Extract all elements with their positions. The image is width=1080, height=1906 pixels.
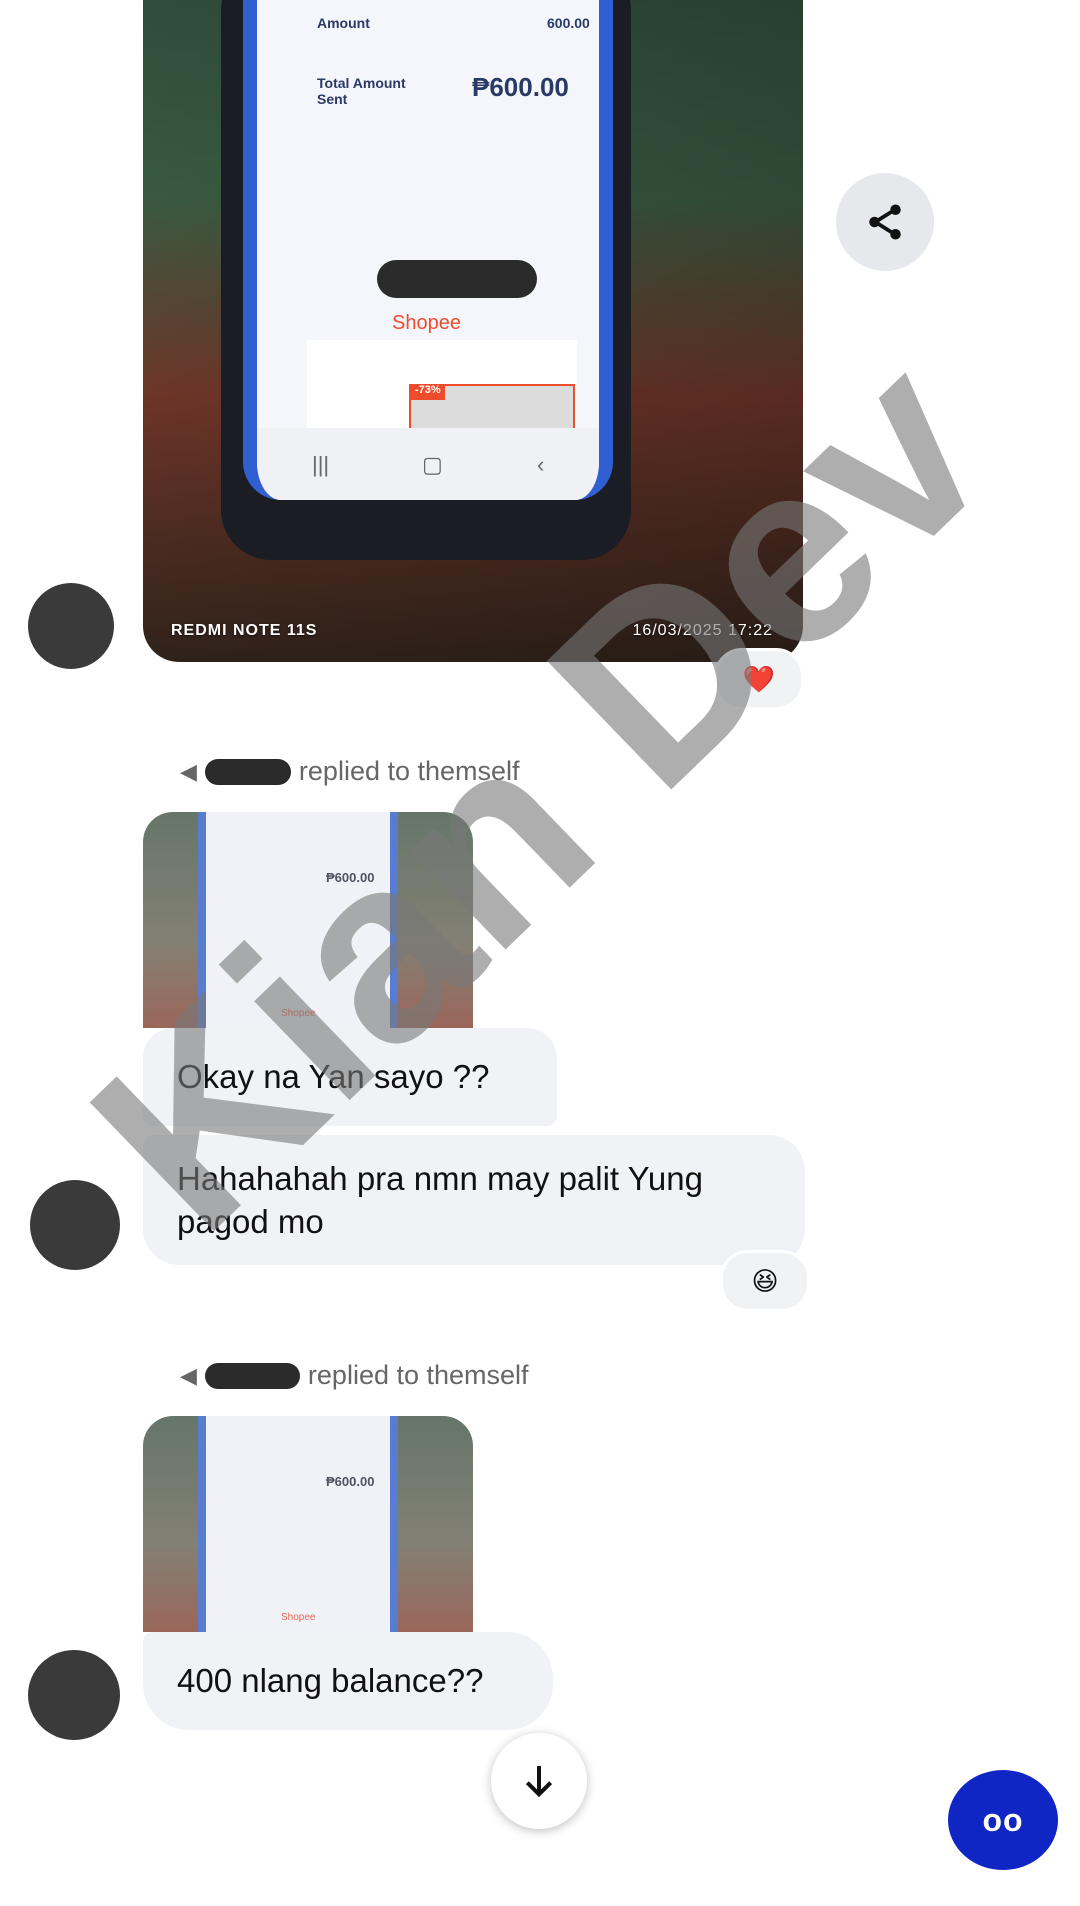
reaction-heart[interactable]: ❤️ xyxy=(714,648,804,710)
photo-caption-timestamp: 16/03/2025 17:22 xyxy=(632,622,773,639)
shopee-logo: Shopee xyxy=(392,312,461,334)
quoted-photo[interactable]: ₱600.00 Shopee xyxy=(143,812,473,1028)
phone-screen: Amount 600.00 Total Amount Sent ₱600.00 … xyxy=(243,0,613,500)
avatar[interactable] xyxy=(28,1650,120,1740)
photo-message[interactable]: Amount 600.00 Total Amount Sent ₱600.00 … xyxy=(143,0,803,662)
message-text: 400 nlang balance?? xyxy=(177,1662,484,1699)
screen-total-label: Total Amount Sent xyxy=(317,75,406,107)
redacted-name xyxy=(204,758,291,785)
quoted-amount: ₱600.00 xyxy=(326,870,375,885)
quoted-screen: ₱600.00 Shopee xyxy=(198,1416,398,1632)
promo-tag-text: -73% xyxy=(415,384,441,396)
heart-icon: ❤️ xyxy=(742,663,776,694)
recents-icon: ||| xyxy=(312,452,330,477)
reply-arrow-icon: ◀ xyxy=(180,1362,197,1388)
reply-arrow-icon: ◀ xyxy=(180,758,197,784)
photo-caption-device: REDMI NOTE 11S xyxy=(171,622,318,639)
redacted-name xyxy=(204,1362,300,1389)
avatar[interactable] xyxy=(28,583,114,669)
redaction xyxy=(377,260,537,298)
reply-label-text: replied to themself xyxy=(298,756,520,786)
quoted-amount: ₱600.00 xyxy=(326,1474,375,1489)
home-icon: ▢ xyxy=(422,452,443,477)
quoted-screen: ₱600.00 Shopee xyxy=(198,812,398,1028)
arrow-down-icon xyxy=(525,1766,553,1798)
share-button[interactable] xyxy=(836,173,934,271)
reply-label-text: replied to themself xyxy=(307,1360,529,1390)
message-text: Hahahahah pra nmn may palit Yung pagod m… xyxy=(177,1160,703,1240)
quoted-photo[interactable]: ₱600.00 Shopee xyxy=(143,1416,473,1632)
quoted-shopee: Shopee xyxy=(281,1612,316,1623)
avatar[interactable] xyxy=(30,1180,120,1270)
message-text: Okay na Yan sayo ?? xyxy=(177,1058,490,1095)
message-bubble[interactable]: Okay na Yan sayo ?? xyxy=(143,1028,557,1126)
screen-total-value: ₱600.00 xyxy=(472,72,569,102)
message-bubble[interactable]: Hahahahah pra nmn may palit Yung pagod m… xyxy=(143,1135,805,1265)
screen-amount-value: 600.00 xyxy=(547,15,590,31)
reply-label: ◀ replied to themself xyxy=(180,1360,529,1391)
back-icon: ‹ xyxy=(537,452,545,477)
phone-nav-bar: ||| ▢ ‹ xyxy=(257,428,599,500)
fab-label: oo xyxy=(982,1801,1024,1838)
scroll-to-bottom-button[interactable] xyxy=(491,1733,587,1829)
quoted-shopee: Shopee xyxy=(281,1008,316,1019)
reply-label: ◀ replied to themself xyxy=(180,756,520,787)
message-bubble[interactable]: 400 nlang balance?? xyxy=(143,1632,553,1730)
reaction-laugh[interactable]: 😆 xyxy=(720,1250,810,1312)
share-icon xyxy=(869,204,901,240)
laugh-emoji-icon: 😆 xyxy=(751,1265,779,1296)
floating-action-button[interactable]: oo xyxy=(948,1770,1058,1870)
screen-amount-label: Amount xyxy=(317,15,370,31)
